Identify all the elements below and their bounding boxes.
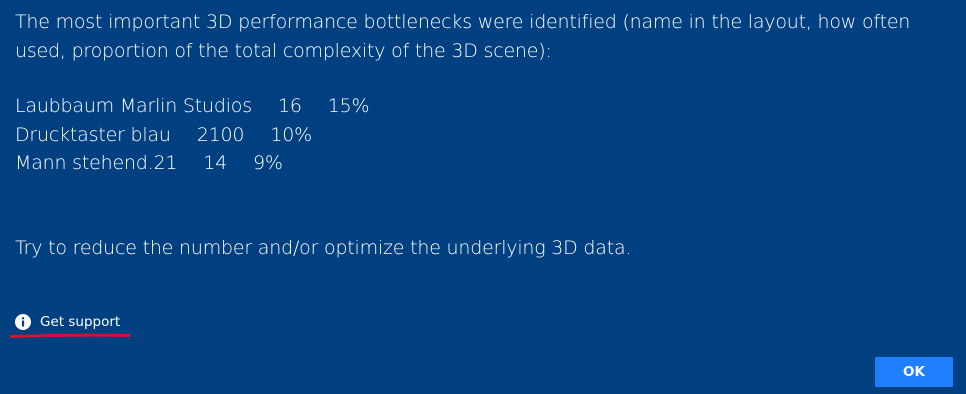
list-item: Drucktaster blau 2100 10%: [15, 121, 369, 150]
bottleneck-name: Mann stehend.21: [15, 152, 178, 174]
bottleneck-name: Drucktaster blau: [15, 123, 171, 146]
get-support-link[interactable]: Get support: [15, 314, 120, 330]
get-support-label: Get support: [40, 314, 121, 330]
advice-text: Try to reduce the number and/or optimize…: [15, 237, 632, 259]
intro-text: The most important 3D performance bottle…: [15, 11, 911, 62]
bottleneck-name: Laubbaum Marlin Studios: [15, 95, 252, 117]
ok-button[interactable]: OK: [875, 357, 953, 387]
bottleneck-proportion: 15%: [327, 95, 370, 117]
info-icon: [15, 314, 31, 330]
bottleneck-count: 14: [203, 152, 228, 174]
bottleneck-list: Laubbaum Marlin Studios 16 15% Drucktaster…: [15, 92, 370, 178]
annotation-underline: [9, 333, 131, 338]
bottleneck-count: 16: [277, 95, 302, 117]
list-item: Laubbaum Marlin Studios 16 15%: [15, 92, 370, 121]
bottleneck-report-dialog: The most important 3D performance bottle…: [0, 0, 966, 394]
list-item: Mann stehend.21 14 9%: [15, 149, 369, 178]
bottleneck-proportion: 10%: [270, 123, 312, 146]
bottleneck-count: 2100: [196, 123, 245, 146]
bottleneck-proportion: 9%: [253, 152, 283, 174]
